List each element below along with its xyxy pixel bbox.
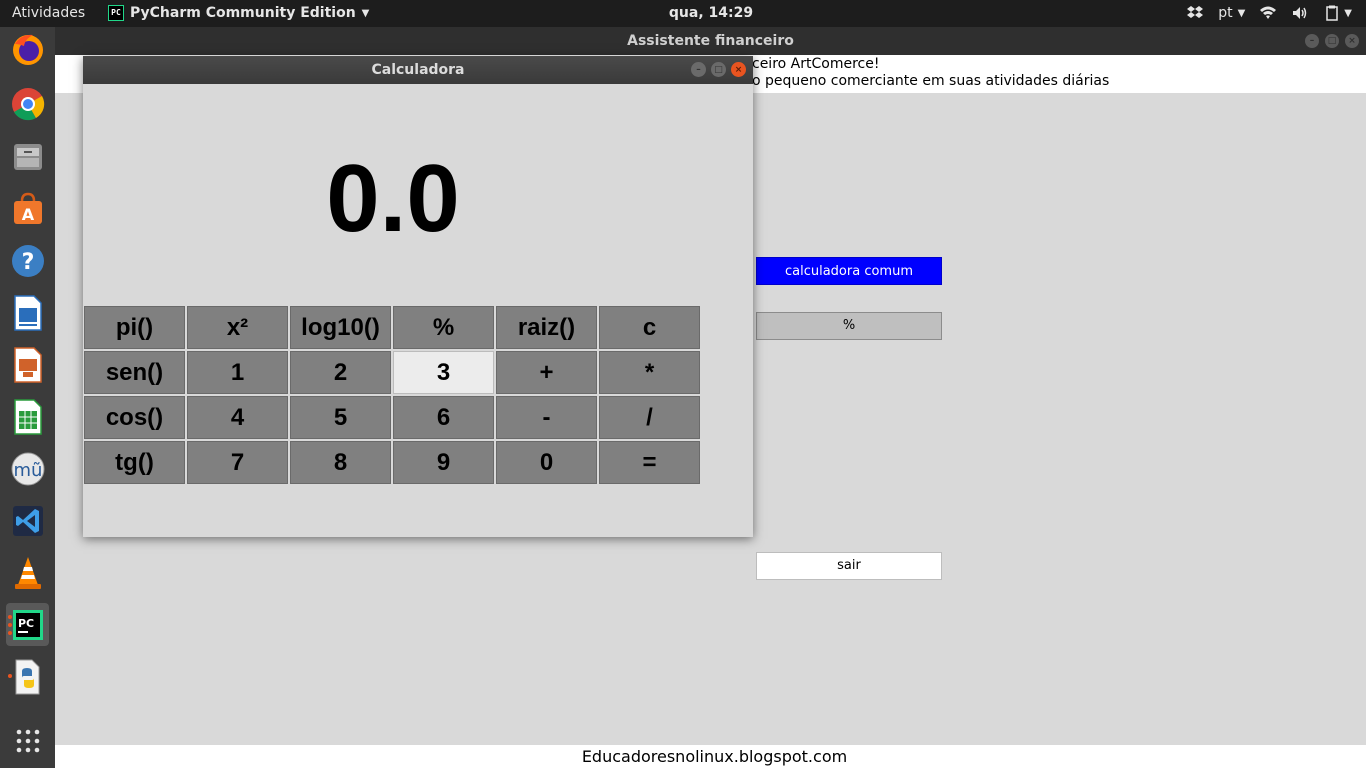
dock-musescore[interactable]: mũ: [6, 447, 49, 490]
chevron-down-icon: ▼: [1344, 7, 1352, 19]
file-cabinet-icon: [13, 143, 42, 170]
running-indicator: [8, 631, 12, 635]
dock-python[interactable]: [6, 655, 49, 698]
volume-icon[interactable]: [1291, 4, 1309, 22]
close-icon[interactable]: ×: [1345, 34, 1359, 48]
calculator-keypad: pi() x² log10() % raiz() c sen() 1 2 3 +…: [84, 306, 701, 486]
percent-button[interactable]: %: [756, 312, 942, 340]
close-icon[interactable]: ×: [731, 62, 746, 77]
calculadora-comum-button[interactable]: calculadora comum: [756, 257, 942, 285]
key-plus[interactable]: +: [496, 351, 597, 394]
minimize-icon[interactable]: –: [1305, 34, 1319, 48]
dock-vscode[interactable]: [6, 499, 49, 542]
key-6[interactable]: 6: [393, 396, 494, 439]
language-indicator[interactable]: pt ▼: [1218, 5, 1245, 21]
key-pi[interactable]: pi(): [84, 306, 185, 349]
key-8[interactable]: 8: [290, 441, 391, 484]
key-divide[interactable]: /: [599, 396, 700, 439]
main-window-controls: – □ ×: [1305, 34, 1359, 48]
writer-document-icon: [13, 294, 42, 331]
key-minus[interactable]: -: [496, 396, 597, 439]
main-window-titlebar[interactable]: Assistente financeiro – □ ×: [55, 27, 1366, 55]
running-indicator: [8, 615, 12, 619]
system-menu[interactable]: ▼: [1323, 4, 1352, 22]
dock-firefox[interactable]: [6, 27, 49, 70]
dock-files[interactable]: [6, 135, 49, 178]
key-9[interactable]: 9: [393, 441, 494, 484]
top-bar: Atividades PC PyCharm Community Edition …: [0, 0, 1366, 27]
minimize-icon[interactable]: –: [691, 62, 706, 77]
chrome-icon: [11, 87, 44, 120]
pycharm-icon-text: PC: [18, 617, 34, 630]
key-3[interactable]: 3: [393, 351, 494, 394]
clock[interactable]: qua, 14:29: [0, 5, 1366, 21]
dock-software[interactable]: A: [6, 187, 49, 230]
musescore-icon: mũ: [11, 452, 44, 485]
calculator-window: Calculadora – □ × 0.0 pi() x² log10() % …: [83, 56, 753, 537]
dock-pycharm[interactable]: PC: [6, 603, 49, 646]
shopping-bag-icon: A: [13, 192, 42, 224]
key-tan[interactable]: tg(): [84, 441, 185, 484]
app-grid-icon: [16, 729, 39, 752]
key-2[interactable]: 2: [290, 351, 391, 394]
main-window-title: Assistente financeiro: [627, 33, 794, 49]
key-cos[interactable]: cos(): [84, 396, 185, 439]
system-tray: pt ▼ ▼: [1186, 4, 1352, 22]
pycharm-icon: PC: [12, 609, 43, 640]
calc-spreadsheet-icon: [13, 398, 42, 435]
dock-show-apps[interactable]: [6, 719, 49, 762]
dock-calc[interactable]: [6, 395, 49, 438]
wifi-icon[interactable]: [1259, 4, 1277, 22]
welcome-line-2: o pequeno comerciante em suas atividades…: [752, 73, 1110, 89]
clipboard-icon: [1326, 5, 1339, 21]
running-indicator: [8, 623, 12, 627]
key-multiply[interactable]: *: [599, 351, 700, 394]
key-clear[interactable]: c: [599, 306, 700, 349]
svg-text:?: ?: [21, 250, 34, 275]
footer: Educadoresnolinux.blogspot.com: [55, 745, 1366, 768]
calculator-title: Calculadora: [371, 62, 465, 78]
key-square[interactable]: x²: [187, 306, 288, 349]
key-4[interactable]: 4: [187, 396, 288, 439]
language-label: pt: [1218, 5, 1233, 21]
calculator-window-controls: – □ ×: [691, 62, 746, 77]
dock-writer[interactable]: [6, 291, 49, 334]
vlc-cone-icon: [14, 556, 41, 589]
python-icon: [15, 659, 39, 694]
key-1[interactable]: 1: [187, 351, 288, 394]
dock: A ? mũ PC: [0, 27, 55, 768]
svg-text:mũ: mũ: [13, 460, 42, 481]
key-0[interactable]: 0: [496, 441, 597, 484]
dock-chrome[interactable]: [6, 82, 49, 125]
calculator-titlebar[interactable]: Calculadora – □ ×: [83, 56, 753, 84]
key-equals[interactable]: =: [599, 441, 700, 484]
calculator-display: 0.0: [326, 145, 460, 252]
svg-text:A: A: [21, 205, 34, 224]
key-log10[interactable]: log10(): [290, 306, 391, 349]
impress-presentation-icon: [13, 346, 42, 383]
key-sqrt[interactable]: raiz(): [496, 306, 597, 349]
chevron-down-icon: ▼: [1237, 7, 1246, 19]
key-percent[interactable]: %: [393, 306, 494, 349]
dock-help[interactable]: ?: [6, 239, 49, 282]
key-7[interactable]: 7: [187, 441, 288, 484]
dock-vlc[interactable]: [6, 551, 49, 594]
footer-text: Educadoresnolinux.blogspot.com: [581, 747, 848, 766]
sair-button[interactable]: sair: [756, 552, 942, 580]
welcome-line-1: ceiro ArtComerce!: [752, 56, 880, 72]
help-icon: ?: [11, 244, 44, 277]
key-5[interactable]: 5: [290, 396, 391, 439]
vscode-icon: [12, 505, 43, 536]
key-sin[interactable]: sen(): [84, 351, 185, 394]
firefox-icon: [12, 34, 43, 65]
dock-impress[interactable]: [6, 343, 49, 386]
dropbox-icon[interactable]: [1186, 4, 1204, 22]
running-indicator: [8, 674, 12, 678]
maximize-icon[interactable]: □: [1325, 34, 1339, 48]
maximize-icon[interactable]: □: [711, 62, 726, 77]
